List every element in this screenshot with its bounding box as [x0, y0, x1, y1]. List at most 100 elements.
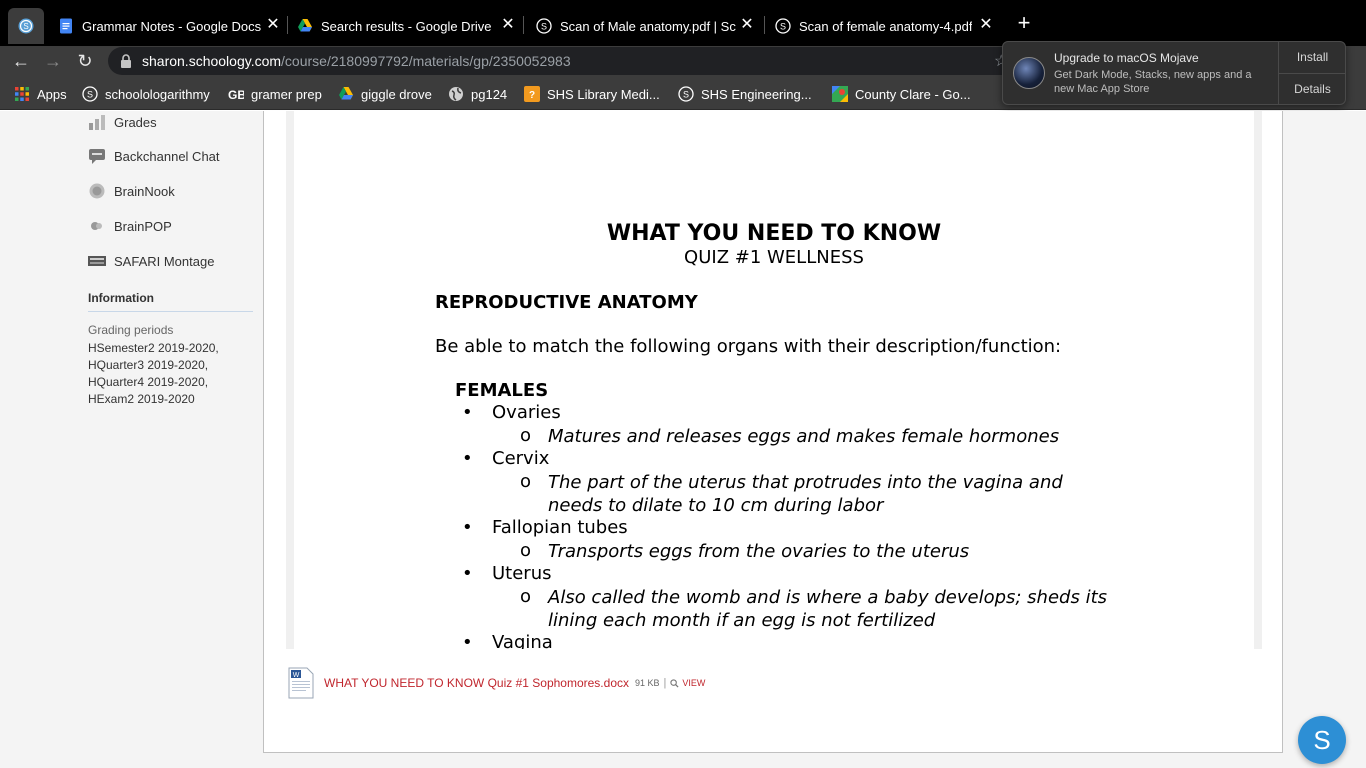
- tab-male-anatomy[interactable]: S Scan of Male anatomy.pdf | Sc ✕: [536, 8, 762, 44]
- bullet: •: [462, 517, 473, 538]
- bookmark-giggle-drove[interactable]: giggle drove: [338, 85, 432, 103]
- brainnook-icon: [89, 183, 105, 199]
- organ-desc-text: The part of the uterus that protrudes in…: [548, 472, 1063, 516]
- brainpop-icon: [91, 222, 102, 230]
- sidebar-item-brainpop[interactable]: BrainPOP: [88, 215, 172, 237]
- svg-text:S: S: [683, 90, 689, 100]
- document-viewer[interactable]: WHAT YOU NEED TO KNOW QUIZ #1 WELLNESS R…: [286, 111, 1262, 649]
- organ-desc-text: Also called the womb and is where a baby…: [548, 587, 1108, 631]
- google-drive-icon: [298, 19, 312, 32]
- schoology-icon: S: [82, 86, 98, 102]
- sidebar-item-label: Backchannel Chat: [114, 148, 220, 164]
- organ-description: o The part of the uterus that protrudes i…: [520, 471, 1108, 517]
- gb-logo-icon: GB: [228, 88, 244, 102]
- bookmark-apps[interactable]: Apps: [14, 85, 67, 103]
- attachment-size: 91 KB: [635, 678, 660, 688]
- organ-desc-text: Transports eggs from the ovaries to the …: [548, 541, 970, 562]
- sidebar-item-label: BrainNook: [114, 183, 175, 199]
- tab-google-drive[interactable]: Search results - Google Drive ✕: [297, 8, 523, 44]
- organ-description: o Also called the womb and is where a bab…: [520, 586, 1108, 632]
- tab-grammar-notes[interactable]: Grammar Notes - Google Docs ✕: [58, 8, 288, 44]
- library-icon: ?: [524, 86, 540, 102]
- tab-title: Scan of female anatomy-4.pdf: [799, 18, 973, 34]
- chat-icon: [89, 149, 105, 164]
- close-icon[interactable]: ✕: [738, 16, 756, 34]
- schoology-icon: S: [775, 18, 791, 34]
- url-text: sharon.schoology.com/course/2180997792/m…: [142, 53, 571, 69]
- attachment-filename-link[interactable]: WHAT YOU NEED TO KNOW Quiz #1 Sophomores…: [324, 676, 629, 690]
- sidebar-item-backchannel-chat[interactable]: Backchannel Chat: [88, 145, 220, 167]
- svg-text:?: ?: [529, 90, 535, 101]
- bookmark-label: SHS Library Medi...: [547, 86, 660, 102]
- details-button[interactable]: Details: [1279, 73, 1346, 104]
- bookmark-label: schoolologarithmy: [105, 86, 210, 102]
- grading-period: HQuarter3 2019-2020,: [88, 358, 209, 372]
- organ-name: Ovaries: [492, 402, 561, 423]
- bookmark-label: pg124: [471, 86, 508, 102]
- tab-schoology-active[interactable]: S: [8, 8, 44, 44]
- back-button[interactable]: ←: [10, 50, 32, 72]
- organ-name: Fallopian tubes: [492, 517, 628, 538]
- safari-montage-icon: [88, 256, 106, 266]
- organ-description: o Transports eggs from the ovaries to the…: [520, 540, 1108, 563]
- schoology-icon: S: [18, 18, 34, 34]
- sub-bullet: o: [520, 425, 532, 446]
- reload-button[interactable]: ↻: [74, 50, 96, 72]
- organ-item: • Vagina: [462, 632, 553, 649]
- document-page: WHAT YOU NEED TO KNOW QUIZ #1 WELLNESS R…: [294, 111, 1254, 649]
- bookmark-label: Apps: [37, 86, 67, 102]
- url-host: sharon.schoology.com: [142, 53, 282, 69]
- close-icon[interactable]: ✕: [264, 16, 282, 34]
- material-content: WHAT YOU NEED TO KNOW QUIZ #1 WELLNESS R…: [263, 111, 1283, 753]
- document-heading: REPRODUCTIVE ANATOMY: [435, 292, 698, 313]
- bookmark-county-clare[interactable]: County Clare - Go...: [832, 85, 971, 103]
- sidebar-item-label: SAFARI Montage: [114, 253, 215, 269]
- bullet: •: [462, 402, 473, 423]
- url-path: /course/2180997792/materials/gp/23500529…: [281, 53, 571, 69]
- information-heading: Information: [88, 291, 253, 312]
- macos-upgrade-notification: Upgrade to macOS Mojave Get Dark Mode, S…: [1002, 41, 1346, 105]
- organ-item: • Ovaries: [462, 402, 561, 423]
- browser-tab-strip: S Grammar Notes - Google Docs ✕ Search r…: [0, 0, 1366, 46]
- tab-separator: [523, 16, 524, 34]
- install-button[interactable]: Install: [1279, 42, 1346, 73]
- attachment-separator: |: [663, 677, 667, 689]
- attachment-row: W WHAT YOU NEED TO KNOW Quiz #1 Sophomor…: [288, 667, 705, 699]
- sidebar-item-label: BrainPOP: [114, 218, 172, 234]
- bookmark-label: gramer prep: [251, 86, 322, 102]
- notification-body: Get Dark Mode, Stacks, new apps and a ne…: [1054, 69, 1252, 95]
- tab-female-anatomy[interactable]: S Scan of female anatomy-4.pdf ✕: [775, 8, 1001, 44]
- bookmark-gramer-prep[interactable]: GB gramer prep: [228, 85, 322, 103]
- lock-icon: [121, 54, 131, 68]
- grading-period: HSemester2 2019-2020,: [88, 341, 219, 355]
- bullet: •: [462, 632, 473, 649]
- bookmark-shs-engineering[interactable]: S SHS Engineering...: [678, 85, 812, 103]
- schoology-icon: S: [536, 18, 552, 34]
- google-drive-icon: [339, 87, 353, 100]
- forward-button[interactable]: →: [42, 50, 64, 72]
- schoology-help-button[interactable]: S: [1298, 716, 1346, 764]
- sub-bullet: o: [520, 586, 532, 607]
- notification-title: Upgrade to macOS Mojave: [1054, 51, 1199, 65]
- svg-text:S: S: [87, 90, 93, 100]
- tab-title: Search results - Google Drive: [321, 18, 492, 34]
- close-icon[interactable]: ✕: [977, 16, 995, 34]
- sidebar-item-brainnook[interactable]: BrainNook: [88, 180, 175, 202]
- word-document-icon: W: [288, 667, 314, 699]
- google-docs-icon: [60, 18, 72, 34]
- sidebar-item-grades[interactable]: Grades: [88, 111, 157, 133]
- bookmark-shs-library[interactable]: ? SHS Library Medi...: [524, 85, 660, 103]
- bookmark-pg124[interactable]: pg124: [448, 85, 507, 103]
- bullet: •: [462, 448, 473, 469]
- new-tab-button[interactable]: +: [1014, 12, 1034, 34]
- close-icon[interactable]: ✕: [499, 16, 517, 34]
- bullet: •: [462, 563, 473, 584]
- sidebar-item-safari-montage[interactable]: SAFARI Montage: [88, 250, 214, 272]
- organ-name: Cervix: [492, 448, 550, 469]
- bookmark-schoolologarithmy[interactable]: S schoolologarithmy: [82, 85, 210, 103]
- grades-icon: [89, 115, 105, 130]
- apps-grid-icon: [15, 87, 29, 101]
- organ-item: • Cervix: [462, 448, 549, 469]
- view-attachment-link[interactable]: VIEW: [682, 678, 705, 688]
- organ-item: • Uterus: [462, 563, 552, 584]
